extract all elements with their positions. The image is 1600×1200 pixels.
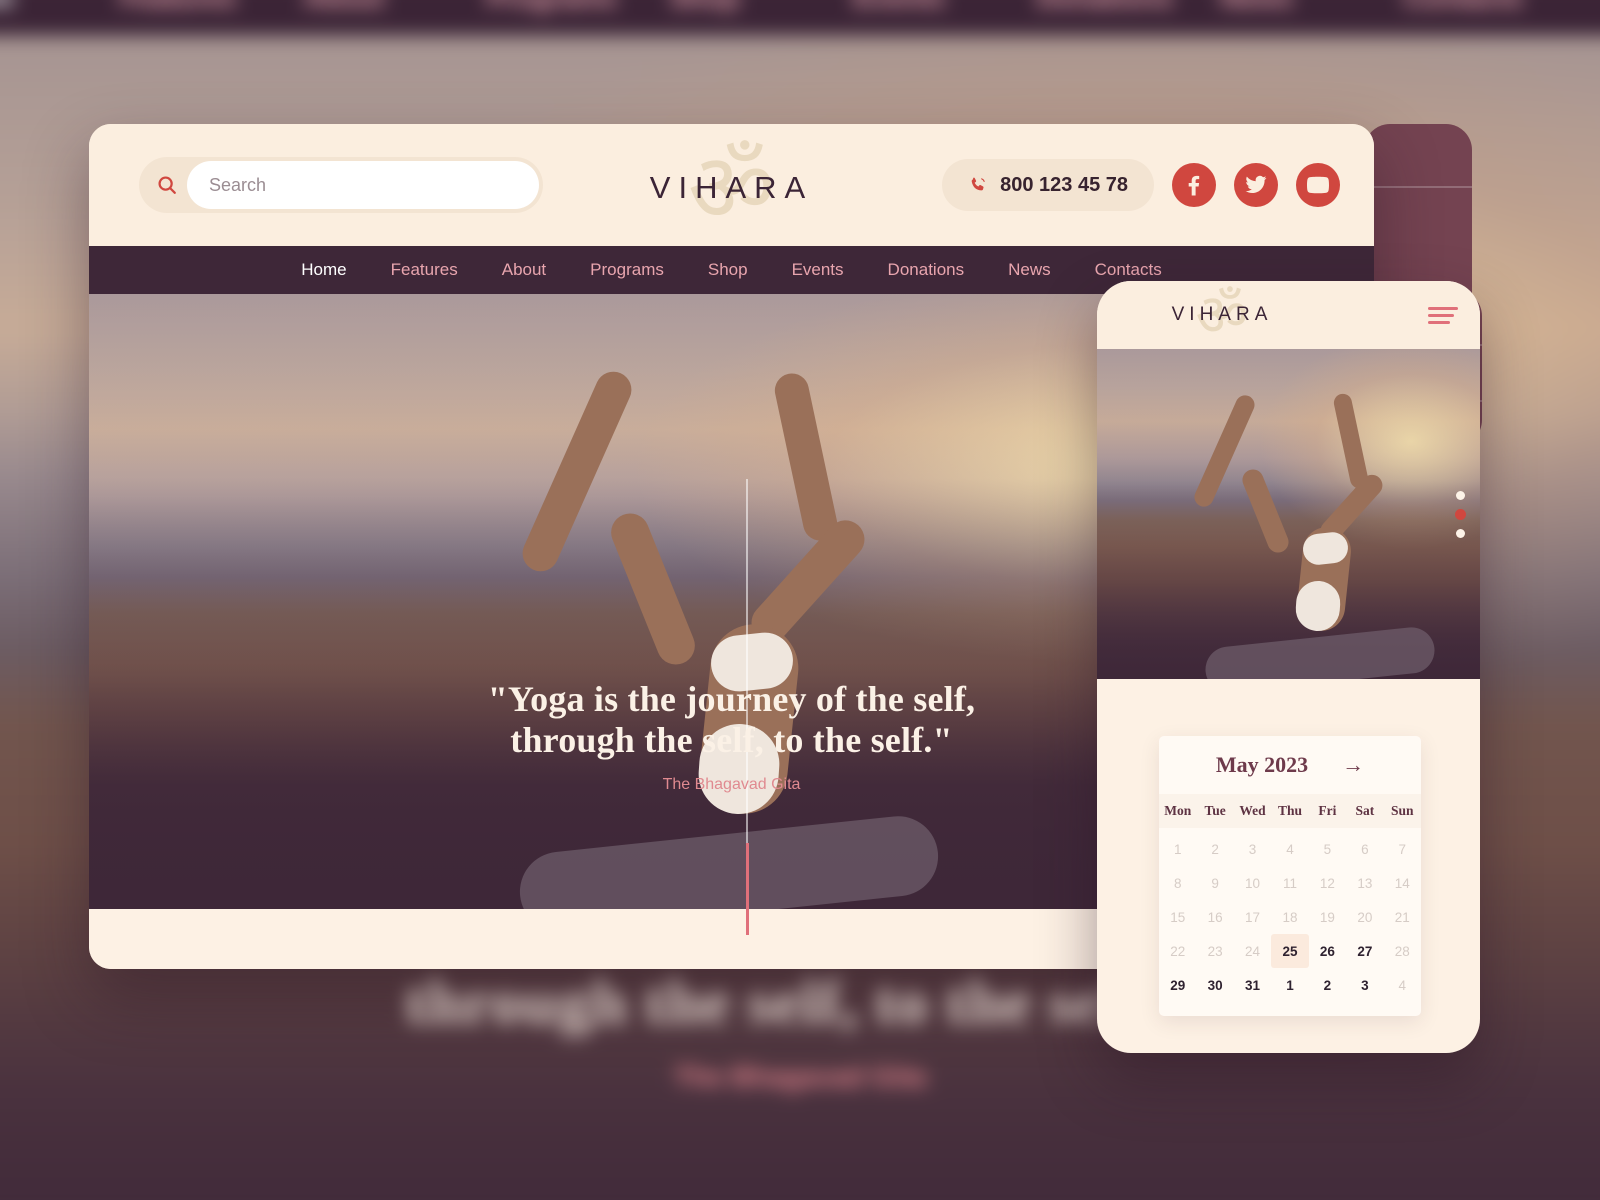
header-contact-area: 800 123 45 78: [942, 159, 1344, 211]
calendar-day: 19: [1319, 909, 1335, 925]
hamburger-menu-icon[interactable]: [1428, 306, 1458, 324]
panel-divider: [1364, 186, 1472, 188]
background-nav-item-programs: Programs: [487, 0, 670, 13]
calendar-day: 2: [1211, 841, 1219, 857]
weekday-mon: Mon: [1164, 803, 1192, 818]
mobile-mockup-card: ॐ VIHARA May 2023 → Mon Tue Wed Thu Fri …: [1097, 281, 1480, 1053]
calendar-widget: May 2023 → Mon Tue Wed Thu Fri Sat Sun 1…: [1159, 736, 1421, 1016]
calendar-day: 24: [1245, 943, 1261, 959]
calendar-day: 20: [1357, 909, 1373, 925]
calendar-next-month-button[interactable]: →: [1342, 754, 1364, 776]
background-quote-source: The Bhagavad Gita: [674, 1061, 926, 1093]
calendar-day[interactable]: 29: [1159, 968, 1196, 1002]
mobile-brand-logo[interactable]: ॐ VIHARA: [1147, 286, 1297, 344]
calendar-header: May 2023 →: [1159, 736, 1421, 794]
mockup-scene: Home Features About Programs Shop Events…: [0, 0, 1600, 1200]
background-nav-item-events: Events: [854, 0, 1037, 13]
calendar-day: 13: [1357, 875, 1373, 891]
weekday-fri: Fri: [1318, 803, 1337, 818]
calendar-day[interactable]: 30: [1196, 968, 1233, 1002]
phone-number: 800 123 45 78: [1000, 173, 1128, 196]
calendar-day: 8: [1173, 875, 1182, 891]
calendar-day: 14: [1394, 875, 1410, 891]
calendar-day[interactable]: 3: [1346, 968, 1383, 1002]
search-input[interactable]: [187, 161, 539, 209]
search-bar[interactable]: [139, 157, 543, 213]
calendar-day: 28: [1394, 943, 1410, 959]
calendar-day: 7: [1398, 841, 1407, 857]
facebook-icon[interactable]: [1172, 163, 1216, 207]
calendar-day[interactable]: 27: [1346, 934, 1383, 968]
calendar-day[interactable]: 1: [1271, 968, 1308, 1002]
mobile-header: ॐ VIHARA: [1097, 281, 1480, 349]
calendar-day: 6: [1361, 841, 1369, 857]
phone-button[interactable]: 800 123 45 78: [942, 159, 1154, 211]
weekday-thu: Thu: [1277, 803, 1302, 818]
background-nav-item-news: News: [1220, 0, 1403, 13]
calendar-day: 15: [1170, 909, 1186, 925]
slider-dot-active[interactable]: [1455, 509, 1466, 520]
nav-item-features[interactable]: Features: [391, 260, 458, 280]
brand-logo[interactable]: ॐ VIHARA: [602, 140, 862, 236]
calendar-day: 10: [1245, 875, 1261, 891]
mobile-brand-name: VIHARA: [1171, 304, 1273, 325]
nav-item-donations[interactable]: Donations: [888, 260, 965, 280]
calendar-day-grid[interactable]: 1 2 3 4 5 6 7 8 9 10 11 12 13 14 15 16 17 18 19 20 21 22 23 24 2…: [1159, 832, 1421, 1002]
slider-dot[interactable]: [1456, 491, 1465, 500]
background-nav-item-home: Home: [0, 0, 120, 13]
calendar-day: 9: [1211, 875, 1219, 891]
background-nav-item-donations: Donations: [1037, 0, 1220, 13]
weekday-sat: Sat: [1355, 803, 1375, 818]
calendar-day: 23: [1207, 943, 1223, 959]
weekday-wed: Wed: [1239, 803, 1266, 818]
calendar-month-year: May 2023: [1215, 752, 1309, 777]
weekday-tue: Tue: [1204, 803, 1226, 818]
mobile-hero-section: [1097, 349, 1480, 679]
calendar-day[interactable]: 2: [1309, 968, 1346, 1002]
calendar-weekday-header: Mon Tue Wed Thu Fri Sat Sun: [1159, 794, 1421, 828]
nav-item-shop[interactable]: Shop: [708, 260, 748, 280]
scroll-indicator-line: [746, 843, 749, 935]
nav-item-programs[interactable]: Programs: [590, 260, 664, 280]
phone-icon: [968, 175, 988, 195]
background-nav-item-about: About: [304, 0, 487, 13]
calendar-day: 4: [1398, 977, 1407, 993]
calendar-day: 21: [1394, 909, 1410, 925]
desktop-header: ॐ VIHARA 800 123 45 78: [89, 124, 1374, 246]
twitter-icon[interactable]: [1234, 163, 1278, 207]
calendar-day[interactable]: 26: [1309, 934, 1346, 968]
calendar-day: 22: [1170, 943, 1186, 959]
calendar-day-selected[interactable]: 25: [1271, 934, 1309, 968]
background-nav-item-shop: Shop: [670, 0, 853, 13]
mobile-yoga-pose-illustration: [1097, 349, 1480, 679]
calendar-day: 12: [1319, 875, 1335, 891]
calendar-day: 1: [1173, 841, 1182, 857]
slider-dot[interactable]: [1456, 529, 1465, 538]
calendar-day[interactable]: 31: [1234, 968, 1271, 1002]
nav-item-news[interactable]: News: [1008, 260, 1051, 280]
weekday-sun: Sun: [1391, 803, 1414, 818]
brand-name: VIHARA: [649, 170, 814, 205]
calendar-day: 18: [1282, 909, 1298, 925]
nav-item-events[interactable]: Events: [792, 260, 844, 280]
calendar-day: 17: [1245, 909, 1261, 925]
background-nav-item-contacts: Contacts: [1404, 0, 1587, 13]
nav-item-about[interactable]: About: [502, 260, 546, 280]
calendar-day: 3: [1248, 841, 1257, 857]
background-nav-item-features: Features: [120, 0, 303, 13]
calendar-day: 5: [1323, 841, 1332, 857]
youtube-icon[interactable]: [1296, 163, 1340, 207]
background-nav-links: Home Features About Programs Shop Events…: [0, 0, 1600, 13]
calendar-day: 4: [1286, 841, 1294, 857]
mobile-slider-dots[interactable]: [1455, 491, 1466, 538]
calendar-day: 16: [1207, 909, 1223, 925]
search-icon: [147, 165, 187, 205]
nav-item-home[interactable]: Home: [301, 260, 346, 280]
calendar-day: 11: [1282, 875, 1297, 891]
nav-item-contacts[interactable]: Contacts: [1095, 260, 1162, 280]
